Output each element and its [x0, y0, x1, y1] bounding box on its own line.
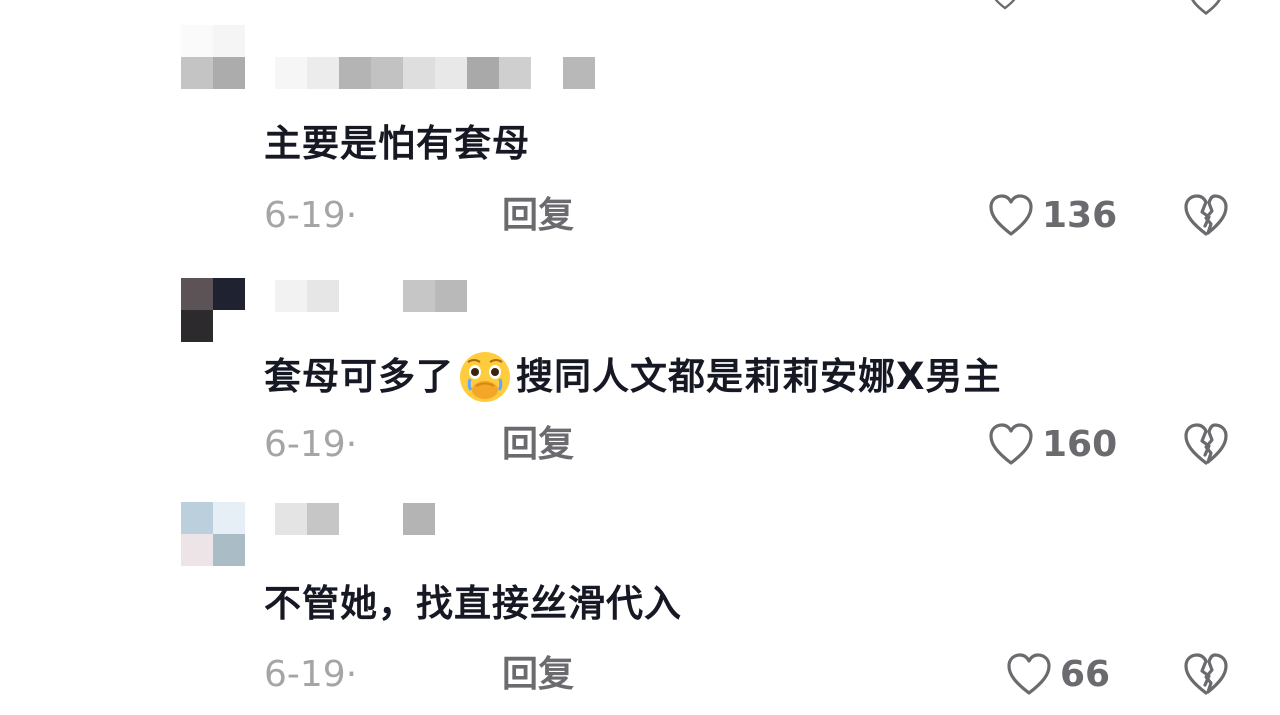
comment-date: 6-19· — [264, 195, 358, 236]
like-button[interactable]: 136 — [988, 192, 1117, 240]
username[interactable] — [275, 57, 595, 89]
like-count: 66 — [1060, 654, 1111, 695]
heart-outline-icon[interactable] — [990, 0, 1020, 10]
comment-text: 套母可多了 搜同人文都是莉莉安娜X男主 — [264, 350, 1002, 404]
heart-outline-icon[interactable] — [988, 194, 1034, 238]
comment-date: 6-19· — [264, 654, 358, 695]
like-button[interactable]: 66 — [1006, 651, 1110, 699]
comment-text: 不管她，找直接丝滑代入 — [264, 582, 682, 625]
comment-text-part: 套母可多了 — [264, 355, 454, 398]
like-count: 160 — [1042, 424, 1118, 465]
comment-text-part: 搜同人文都是莉莉安娜X男主 — [516, 355, 1002, 398]
broken-heart-icon — [1184, 423, 1228, 465]
heart-outline-icon[interactable] — [1006, 653, 1052, 697]
reply-button[interactable]: 回复 — [502, 194, 574, 238]
username[interactable] — [275, 280, 467, 312]
broken-heart-icon — [1184, 194, 1228, 236]
avatar[interactable] — [181, 502, 245, 566]
comment-text: 主要是怕有套母 — [264, 122, 530, 165]
like-count: 136 — [1042, 195, 1118, 236]
reply-button[interactable]: 回复 — [502, 423, 574, 467]
avatar[interactable] — [181, 25, 245, 89]
heart-outline-icon[interactable] — [988, 423, 1034, 467]
username[interactable] — [275, 503, 435, 535]
reply-button[interactable]: 回复 — [502, 653, 574, 697]
dislike-button[interactable] — [1183, 423, 1229, 467]
dislike-button[interactable] — [1183, 194, 1229, 238]
dislike-button[interactable] — [1183, 653, 1229, 697]
crying-face-emoji — [458, 350, 512, 404]
comment-list: 主要是怕有套母 6-19· 回复 136 套母可多了 搜同人文都是莉莉安娜X男主… — [0, 0, 1280, 715]
avatar[interactable] — [181, 278, 245, 342]
broken-heart-icon[interactable] — [1188, 0, 1224, 16]
comment-date: 6-19· — [264, 424, 358, 465]
previous-comment-fragment — [0, 0, 1280, 16]
broken-heart-icon — [1184, 653, 1228, 695]
like-button[interactable]: 160 — [988, 421, 1117, 469]
